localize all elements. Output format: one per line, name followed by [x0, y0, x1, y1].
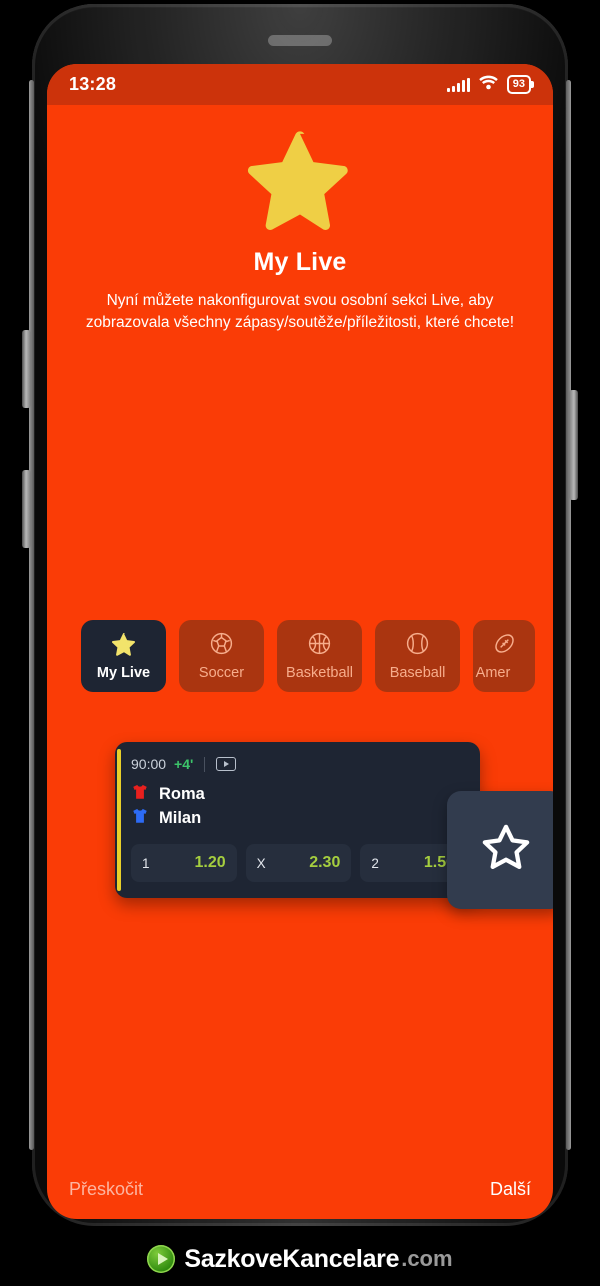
onboarding-nav: Přeskočit Další [47, 1159, 553, 1219]
status-bar: 13:28 93 [47, 64, 553, 105]
next-button[interactable]: Další [490, 1179, 531, 1200]
jersey-icon [131, 807, 149, 830]
tab-baseball[interactable]: Baseball [375, 620, 460, 692]
jersey-icon [131, 783, 149, 806]
volume-down-button[interactable] [22, 470, 31, 548]
team-name: Milan [159, 808, 202, 827]
tab-my-live[interactable]: My Live [81, 620, 166, 692]
odds-button-home[interactable]: 1 1.20 [131, 844, 237, 882]
video-stream-icon[interactable] [216, 757, 237, 771]
status-bar-clock: 13:28 [69, 74, 117, 94]
phone-screen: 13:28 93 My Live Nyní můžete nakonfiguro… [47, 64, 553, 1219]
page-title: My Live [253, 248, 347, 276]
team-list: Roma Milan [131, 782, 466, 830]
skip-button[interactable]: Přeskočit [69, 1179, 143, 1200]
tab-label: Baseball [389, 665, 446, 681]
battery-level-label: 93 [512, 78, 525, 90]
phone-right-rail [566, 80, 571, 1150]
match-card[interactable]: 90:00 +4' Roma Milan 1 1.20 X 2.30 2 1.5… [115, 742, 480, 898]
star-outline-icon [478, 821, 534, 880]
american-football-icon [492, 631, 517, 660]
team-row: Milan [131, 806, 466, 830]
hero-subtitle: Nyní můžete nakonfigurovat svou osobní s… [85, 292, 515, 331]
odds-value: 2.30 [309, 854, 341, 871]
power-button[interactable] [569, 390, 578, 500]
play-circle-icon [147, 1245, 176, 1273]
wifi-icon [478, 75, 498, 95]
baseball-icon [405, 631, 430, 660]
battery-icon: 93 [506, 75, 535, 94]
match-meta: 90:00 +4' [131, 756, 466, 772]
match-clock: 90:00 [131, 756, 167, 772]
tab-basketball[interactable]: Basketball [277, 620, 362, 692]
team-row: Roma [131, 782, 466, 806]
volume-up-button[interactable] [22, 330, 31, 408]
star-filled-icon [71, 127, 529, 236]
tab-label: Basketball [286, 665, 353, 681]
odds-row: 1 1.20 X 2.30 2 1.50 [131, 844, 467, 882]
team-name: Roma [159, 784, 205, 803]
watermark-brand: SazkoveKancelare [184, 1244, 400, 1273]
earpiece-speaker [268, 35, 332, 46]
odds-key: 1 [142, 855, 150, 871]
sport-tab-strip[interactable]: My Live Soccer Basketball Baseball Amer [81, 620, 553, 692]
star-filled-icon [111, 632, 136, 660]
tab-label: Soccer [198, 665, 245, 681]
phone-frame: 13:28 93 My Live Nyní můžete nakonfiguro… [22, 0, 578, 1286]
odds-value: 1.20 [194, 854, 226, 871]
site-watermark: SazkoveKancelare .com [0, 1232, 600, 1286]
odds-key: 2 [371, 855, 379, 871]
favorite-button[interactable] [447, 791, 553, 909]
soccer-ball-icon [209, 631, 234, 660]
meta-divider [204, 756, 206, 772]
watermark-tld: .com [401, 1246, 453, 1271]
tab-label: My Live [96, 664, 151, 681]
hero-section: My Live Nyní můžete nakonfigurovat svou … [47, 105, 553, 334]
basketball-icon [307, 631, 332, 660]
status-bar-icons: 93 [446, 75, 535, 95]
phone-left-rail [29, 80, 34, 1150]
odds-key: X [256, 855, 266, 871]
odds-button-draw[interactable]: X 2.30 [245, 844, 352, 882]
signal-bars-icon [446, 77, 470, 92]
match-extra-time: +4' [174, 756, 194, 772]
tab-soccer[interactable]: Soccer [179, 620, 264, 692]
tab-label: Amer [475, 665, 511, 681]
tab-american-football[interactable]: Amer [473, 620, 535, 692]
